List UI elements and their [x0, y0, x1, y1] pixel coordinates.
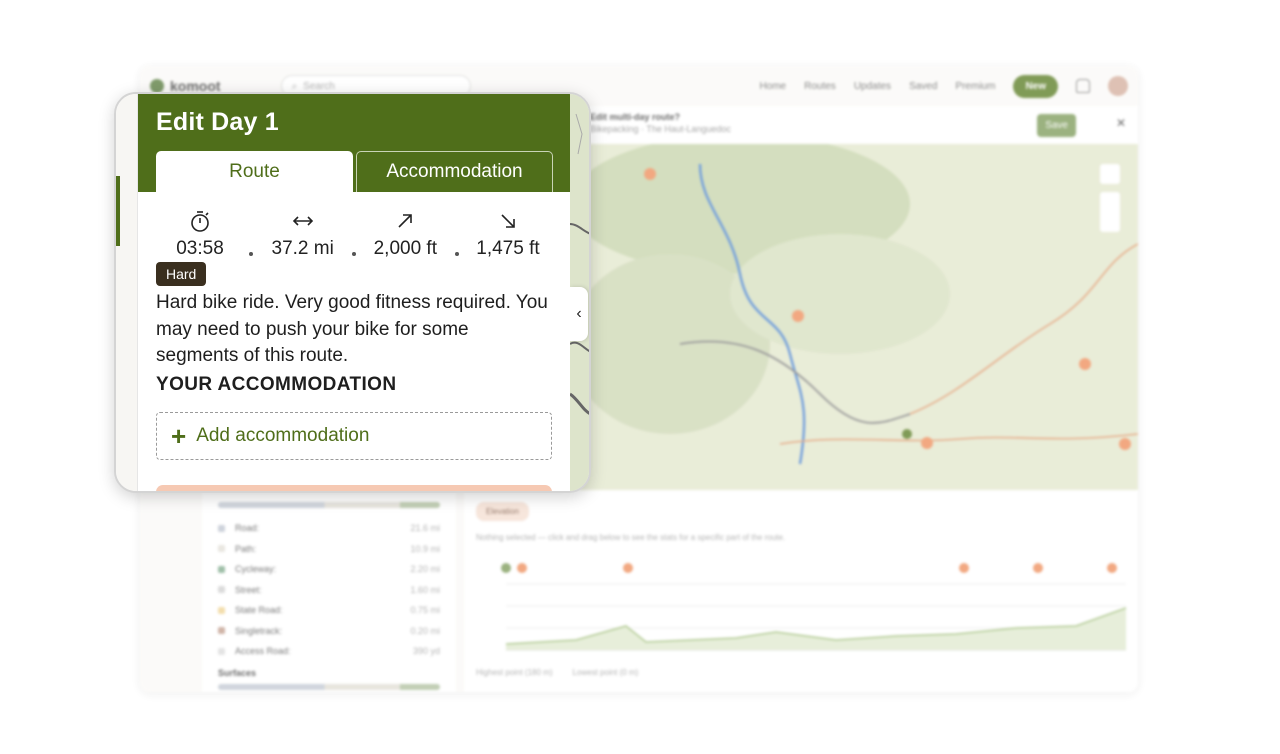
- surface-value: 10.9 mi: [410, 543, 440, 554]
- surface-label: Singletrack:: [235, 625, 283, 636]
- surfaces-bar: [218, 683, 440, 690]
- zoomed-panel: ‹ Edit Day 1 Route Accommodation 03:58 3…: [114, 92, 591, 493]
- map-graphic: [580, 144, 1138, 490]
- legend-swatch: [218, 545, 225, 553]
- surface-value: 0.20 mi: [410, 625, 440, 636]
- surface-value: 2.20 mi: [410, 564, 440, 575]
- avatar[interactable]: [1108, 76, 1128, 96]
- surface-value: 0.75 mi: [410, 605, 440, 616]
- elevation-profile: [501, 563, 1127, 651]
- sidebar-strip: [116, 94, 138, 491]
- legend-swatch: [218, 524, 225, 532]
- tab-accommodation[interactable]: Accommodation: [356, 151, 553, 192]
- lowest-point-label: Lowest point (0 m): [572, 668, 639, 677]
- close-icon[interactable]: ✕: [1116, 116, 1126, 130]
- stat-downhill: 1,475 ft: [464, 208, 552, 260]
- surface-label: Access Road:: [235, 646, 291, 657]
- surface-value: 1.60 mi: [410, 584, 440, 595]
- stat-separator: [351, 252, 356, 256]
- downhill-value: 1,475 ft: [476, 238, 540, 259]
- stat-distance: 37.2 mi: [259, 208, 347, 260]
- new-button[interactable]: New: [1013, 74, 1058, 98]
- search-placeholder: Search: [303, 80, 335, 92]
- surface-row: Singletrack: 0.20 mi: [218, 621, 440, 642]
- nav-home[interactable]: Home: [759, 81, 786, 92]
- logo-icon: [150, 79, 164, 93]
- elevation-dropdown[interactable]: Elevation: [476, 502, 529, 521]
- tab-bar: Route Accommodation: [156, 151, 553, 192]
- cut-off-element: [156, 485, 552, 491]
- main-nav: Home Routes Updates Saved Premium New: [759, 74, 1128, 98]
- surfaces-title: Surfaces: [218, 667, 257, 678]
- waytypes-bar: [218, 502, 440, 508]
- elevation-panel: Elevation Nothing selected — click and d…: [464, 490, 1138, 692]
- plus-icon: +: [171, 420, 187, 451]
- uphill-value: 2,000 ft: [373, 238, 437, 259]
- legend-swatch: [218, 647, 225, 655]
- route-stats: 03:58 37.2 mi 2,000 ft 1,475 ft: [138, 208, 570, 260]
- surface-value: 21.6 mi: [410, 523, 440, 534]
- save-button[interactable]: Save: [1037, 114, 1076, 137]
- nav-premium[interactable]: Premium: [955, 81, 995, 92]
- edit-day-panel: Edit Day 1 Route Accommodation 03:58 37.…: [138, 94, 570, 491]
- surface-row: State Road: 0.75 mi: [218, 600, 440, 621]
- surface-label: Road:: [235, 523, 260, 534]
- tab-route[interactable]: Route: [156, 151, 353, 192]
- stopwatch-icon: [189, 208, 211, 234]
- stat-duration: 03:58: [156, 208, 244, 260]
- distance-arrows-icon: [291, 208, 315, 234]
- difficulty-description: Hard bike ride. Very good fitness requir…: [156, 292, 548, 366]
- surface-label: State Road:: [235, 605, 283, 616]
- edit-topbar: Edit multi-day route? Bikepacking · The …: [580, 106, 1138, 144]
- surface-row: Street: 1.60 mi: [218, 580, 440, 601]
- highest-point-label: Highest point (180 m): [476, 668, 553, 677]
- add-accommodation-button[interactable]: + Add accommodation: [156, 411, 552, 460]
- stat-separator: [249, 252, 254, 256]
- add-accommodation-label: Add accommodation: [196, 424, 370, 446]
- stat-separator: [454, 252, 459, 256]
- duration-value: 03:58: [176, 238, 224, 259]
- nav-updates[interactable]: Updates: [854, 81, 891, 92]
- legend-swatch: [218, 627, 225, 635]
- stat-uphill: 2,000 ft: [361, 208, 449, 260]
- surface-row: Road: 21.6 mi: [218, 518, 440, 539]
- elevation-hint: Nothing selected — click and drag below …: [476, 533, 786, 542]
- chevron-left-icon: ‹: [576, 305, 582, 322]
- uphill-arrow-icon: [396, 208, 414, 234]
- notifications-icon[interactable]: [1076, 79, 1090, 93]
- collapse-panel-button[interactable]: ‹: [570, 287, 588, 341]
- surface-label: Cycleway:: [235, 564, 277, 575]
- search-icon: ⌕: [291, 80, 298, 92]
- elevation-legend: Highest point (180 m) Lowest point (0 m): [476, 668, 1126, 677]
- surface-row: Cycleway: 2.20 mi: [218, 559, 440, 580]
- surface-label: Street:: [235, 584, 262, 595]
- downhill-arrow-icon: [499, 208, 517, 234]
- page-title: Edit Day 1: [156, 108, 279, 136]
- active-day-indicator: [116, 176, 120, 246]
- panel-header: Edit Day 1 Route Accommodation: [138, 94, 570, 192]
- accommodation-heading: YOUR ACCOMMODATION: [156, 373, 397, 395]
- legend-swatch: [218, 565, 225, 573]
- surface-value: 390 yd: [412, 646, 440, 657]
- surface-row: Path: 10.9 mi: [218, 539, 440, 560]
- difficulty-badge: Hard: [156, 262, 207, 286]
- surface-row: Access Road: 390 yd: [218, 641, 440, 662]
- legend-swatch: [218, 586, 225, 594]
- nav-saved[interactable]: Saved: [909, 81, 937, 92]
- nav-routes[interactable]: Routes: [804, 81, 836, 92]
- distance-value: 37.2 mi: [271, 238, 334, 259]
- legend-swatch: [218, 606, 225, 614]
- route-map[interactable]: [580, 144, 1138, 490]
- surfaces-panel: Road: 21.6 mi Path: 10.9 mi Cycleway: 2.…: [202, 490, 456, 692]
- surface-label: Path:: [235, 543, 257, 554]
